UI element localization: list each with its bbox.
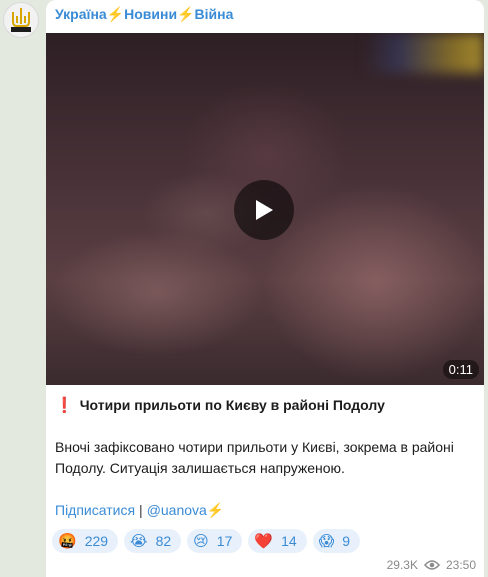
- video-background-blur: [364, 33, 484, 73]
- reaction-sob[interactable]: 😭 82: [124, 529, 182, 553]
- subscribe-link[interactable]: Підписатися: [55, 502, 135, 518]
- play-button[interactable]: [234, 180, 294, 240]
- heart-icon: ❤️: [254, 533, 274, 550]
- reaction-count: 9: [342, 533, 351, 549]
- message-text: ❗️ Чотири прильоти по Києву в районі Под…: [55, 395, 475, 521]
- video-duration: 0:11: [442, 360, 479, 379]
- crying-face-icon: 😢: [193, 533, 209, 550]
- view-count: 29.3K: [386, 558, 418, 572]
- channel-avatar[interactable]: [3, 2, 39, 38]
- channel-name[interactable]: Україна⚡️Новини⚡️Війна: [55, 6, 233, 24]
- handle-link[interactable]: @uanova: [147, 502, 207, 518]
- reaction-count: 82: [155, 533, 172, 549]
- message-time: 23:50: [445, 558, 476, 572]
- exclamation-icon: ❗️: [55, 397, 74, 414]
- message-bubble: Україна⚡️Новини⚡️Війна 0:11 ❗️ Чотири пр…: [46, 0, 484, 577]
- reaction-count: 229: [84, 533, 109, 549]
- body-text: Вночі зафіксовано чотири прильоти у Києв…: [55, 439, 454, 476]
- headline: ❗️ Чотири прильоти по Києву в районі Под…: [55, 395, 475, 416]
- headline-text: Чотири прильоти по Києву в районі Подолу: [79, 397, 385, 413]
- trident-logo-icon: [11, 8, 31, 32]
- eye-icon: [423, 560, 440, 570]
- play-icon: [256, 200, 273, 220]
- screaming-face-icon: 😱: [318, 533, 335, 550]
- link-separator: |: [139, 502, 143, 518]
- reaction-angry[interactable]: 🤬 229: [52, 529, 119, 553]
- angry-face-icon: 🤬: [58, 533, 77, 550]
- sobbing-face-icon: 😭: [130, 533, 148, 550]
- bolt-icon: ⚡️: [206, 502, 225, 518]
- reaction-scream[interactable]: 😱 9: [312, 529, 361, 553]
- reaction-count: 17: [216, 533, 233, 549]
- reaction-cry[interactable]: 😢 17: [187, 529, 243, 553]
- reactions-bar: 🤬 229 😭 82 😢 17 ❤️ 14 😱 9: [52, 529, 361, 553]
- video-preview[interactable]: 0:11: [46, 33, 484, 385]
- reaction-count: 14: [281, 533, 297, 549]
- links-row: Підписатися | @uanova⚡️: [55, 500, 475, 521]
- message-meta: 29.3K 23:50: [387, 558, 476, 572]
- reaction-heart[interactable]: ❤️ 14: [248, 529, 307, 553]
